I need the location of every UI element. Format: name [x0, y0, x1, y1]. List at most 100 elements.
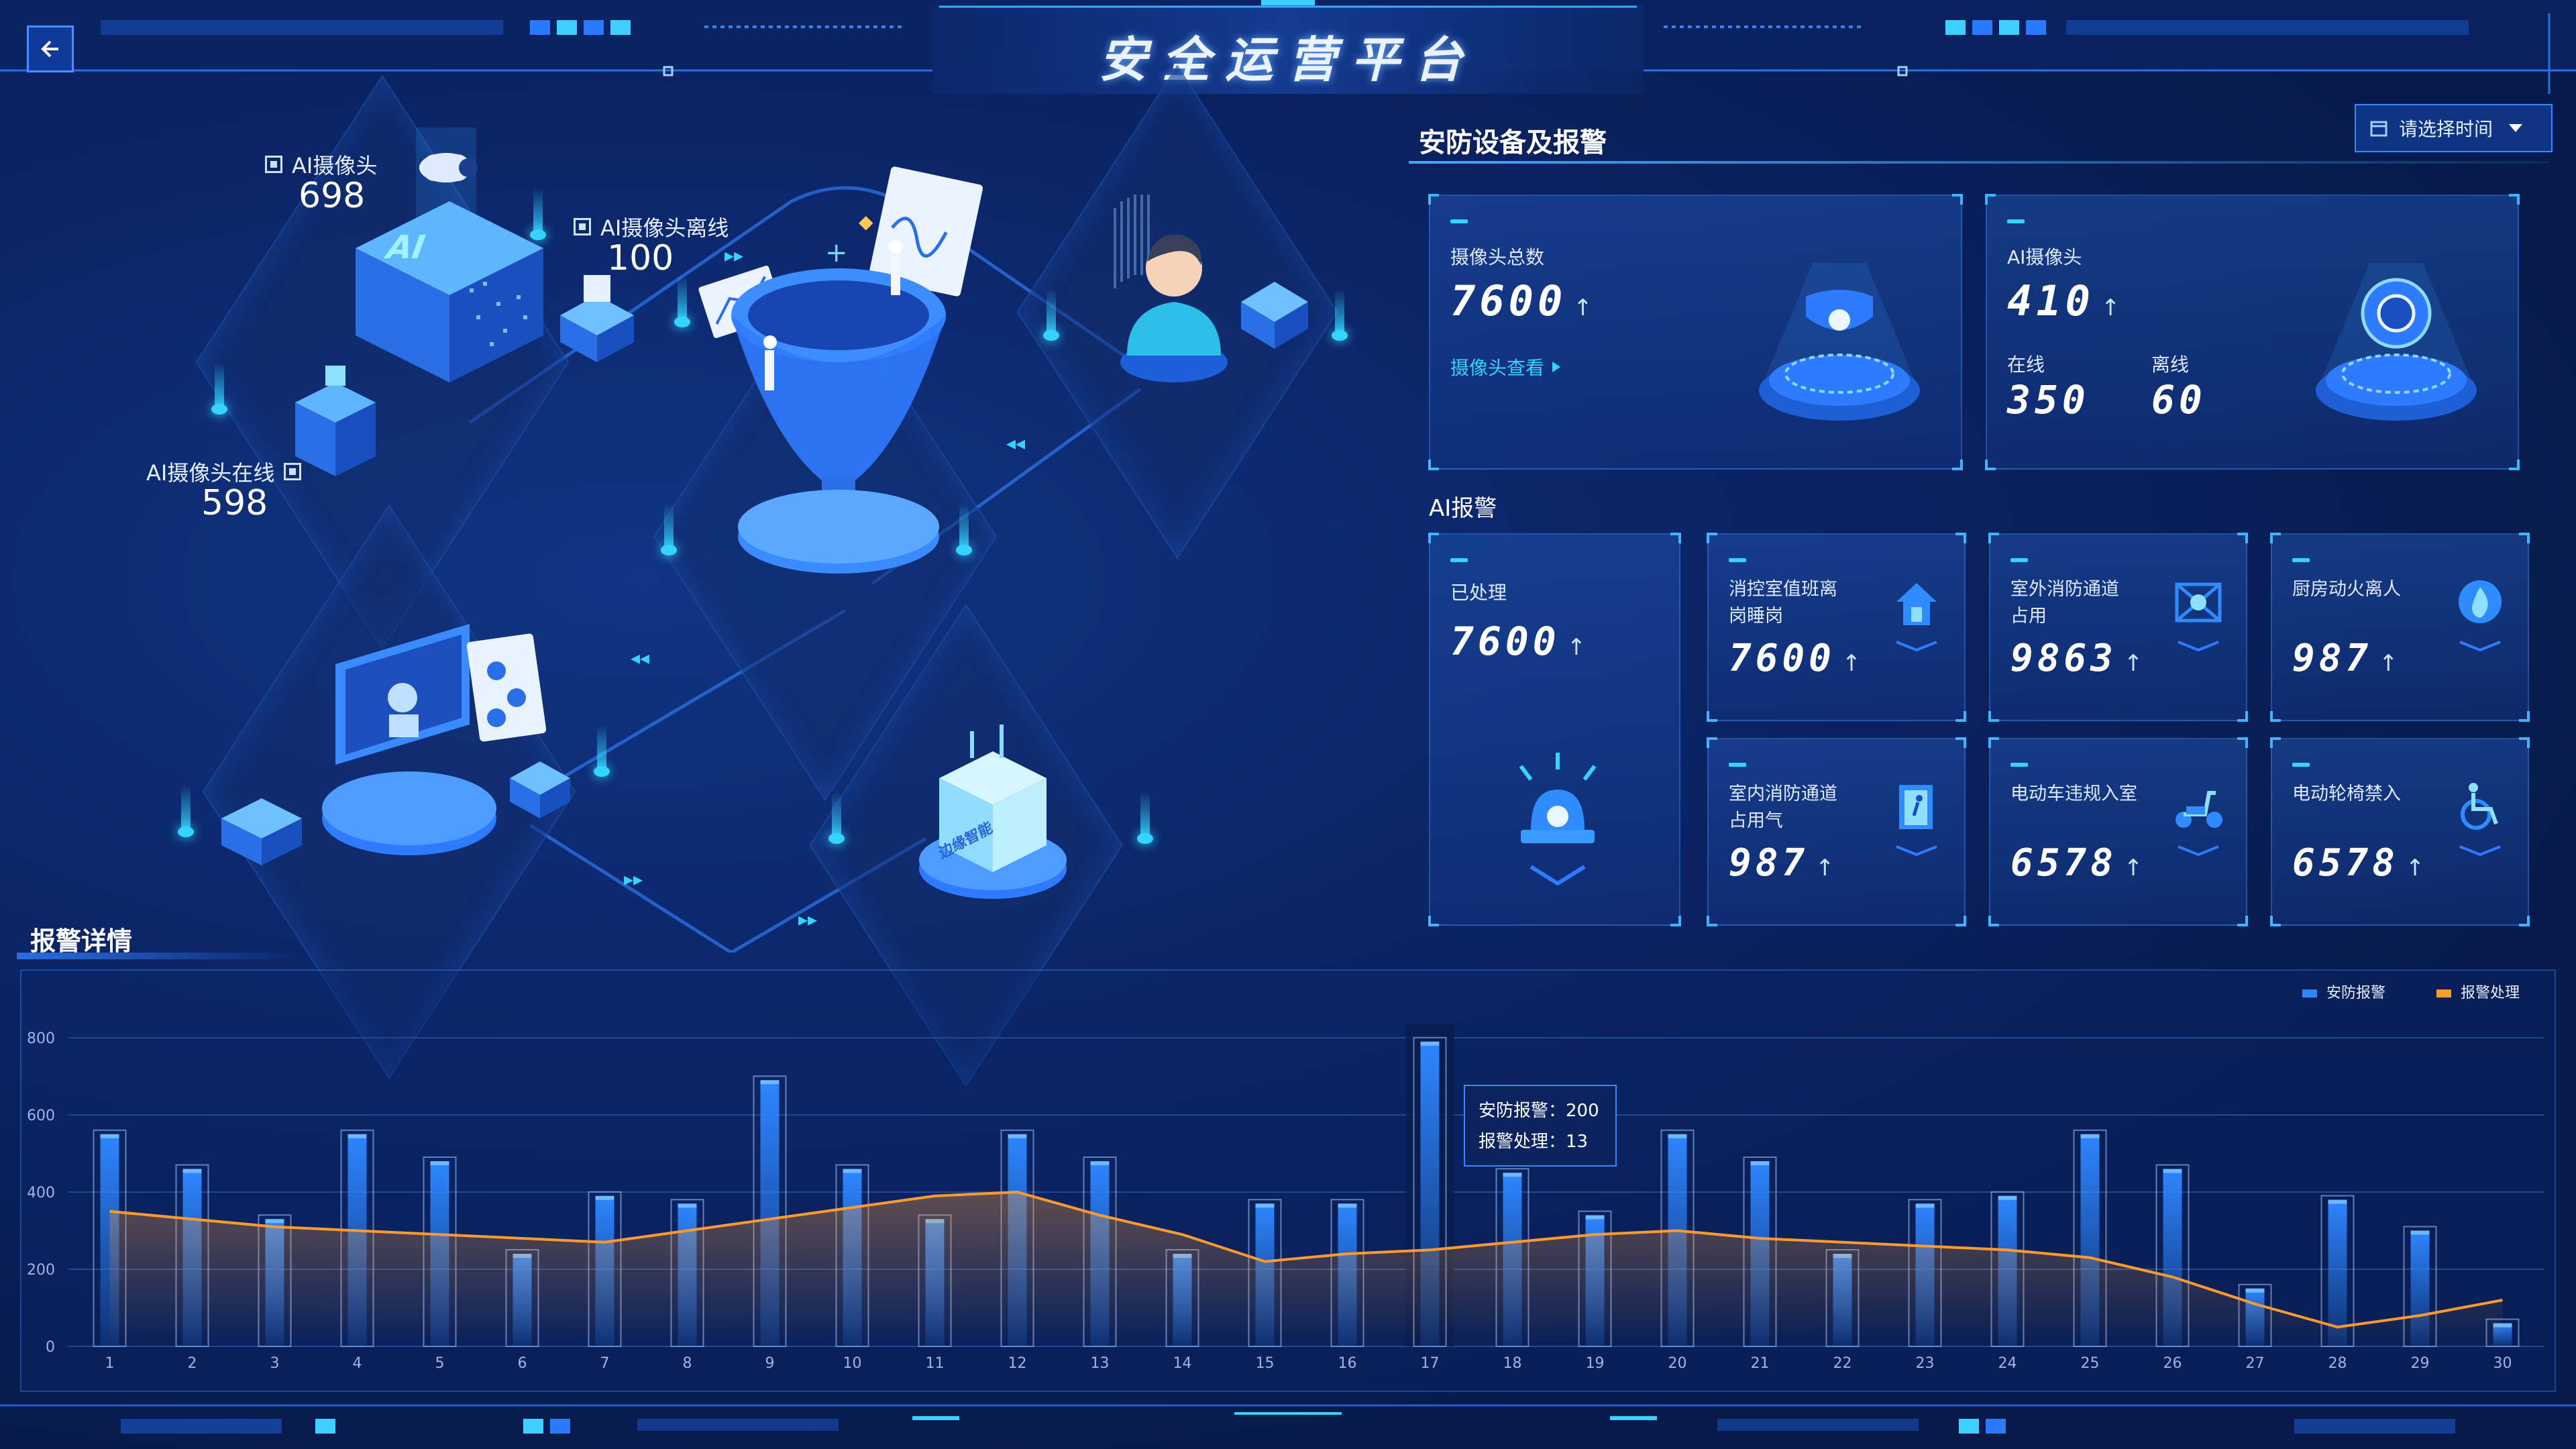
- bar-cap: [760, 1080, 780, 1085]
- bar-cap: [843, 1169, 862, 1173]
- online-value: 350: [2007, 377, 2090, 423]
- alarm-card-value: 987: [2292, 637, 2373, 680]
- tooltip-line-processing: 报警处理：13: [1479, 1132, 1589, 1152]
- ai-alarm-title: AI报警: [1429, 495, 1497, 522]
- ai-camera-card-value: 410: [2007, 276, 2094, 325]
- x-tick-label: 27: [2246, 1355, 2265, 1372]
- alarm-card-label-line: 占用: [2010, 606, 2047, 627]
- svg-text:▸▸: ▸▸: [624, 868, 643, 890]
- alarm-card-label-line: 室内消防通道: [1729, 784, 1837, 804]
- arrow-up-icon: ↑: [1573, 294, 1593, 321]
- svg-text:+: +: [825, 237, 848, 268]
- x-tick-label: 26: [2163, 1355, 2182, 1372]
- dome-camera-icon: [1759, 263, 1920, 421]
- alarm-card-label-line: 电动轮椅禁入: [2292, 784, 2401, 804]
- bar-cap: [1338, 1203, 1357, 1208]
- x-tick-label: 5: [435, 1355, 445, 1372]
- ai-camera-online-value: 598: [201, 483, 268, 523]
- alarm-card-label: 电动轮椅禁入: [2292, 781, 2447, 808]
- alarm-card-value: 6578: [2010, 841, 2117, 885]
- bar-cap: [1255, 1203, 1275, 1208]
- ai-cube-illustration: AI: [356, 127, 543, 382]
- bar-cap: [2163, 1169, 2182, 1173]
- alarm-card: 室外消防通道 占用 9863 ↑: [1988, 533, 2248, 722]
- ai-camera-card: AI摄像头 410 ↑ 在线 离线 350 60: [1985, 194, 2520, 470]
- y-tick-label: 0: [46, 1339, 55, 1356]
- svg-text:◆: ◆: [859, 211, 873, 233]
- x-tick-label: 23: [1916, 1355, 1935, 1372]
- arrow-up-icon: ↑: [2379, 650, 2398, 677]
- page-title: 安全运营平台: [1098, 32, 1477, 88]
- device-box-illustration: [1241, 282, 1308, 349]
- arrow-up-icon: ↑: [2123, 650, 2143, 677]
- x-tick-label: 21: [1751, 1355, 1770, 1372]
- footer-decoration: [0, 1404, 2576, 1434]
- x-tick-label: 9: [765, 1355, 775, 1372]
- bar-cap: [100, 1134, 119, 1138]
- back-button[interactable]: [27, 25, 74, 72]
- light-pin: [1332, 288, 1348, 341]
- arrow-up-icon: ↑: [2123, 855, 2143, 881]
- ai-camera-card-label: AI摄像头: [2007, 246, 2082, 268]
- arrow-left-icon: [41, 40, 58, 58]
- light-pin: [1043, 288, 1059, 341]
- offline-label: 离线: [2151, 354, 2190, 376]
- legend-swatch: [2436, 989, 2451, 998]
- x-tick-label: 20: [1668, 1355, 1687, 1372]
- x-tick-label: 7: [600, 1355, 610, 1372]
- time-select[interactable]: 请选择时间: [2355, 104, 2553, 152]
- light-pin: [211, 362, 227, 415]
- camera-total-label: 摄像头总数: [1450, 246, 1545, 268]
- bar-cap: [182, 1169, 202, 1173]
- y-tick-label: 200: [27, 1262, 55, 1279]
- chart-tooltip: 安防报警：200 报警处理：13: [1464, 1085, 1617, 1167]
- time-select-text: 请选择时间: [2399, 118, 2493, 140]
- alarm-card: 电动车违规入室 6578 ↑: [1988, 737, 2248, 926]
- alarm-card-label-line: 占用气: [1729, 810, 1783, 831]
- light-pin: [674, 275, 690, 327]
- x-tick-label: 17: [1421, 1355, 1440, 1372]
- chart-panel: 0 200 400 600 800 1 2 3 4 5 6 7 8 9 10 11 12 13 14 15 16 17 18…: [20, 969, 2556, 1392]
- light-pin: [828, 792, 845, 844]
- svg-text:◂◂: ◂◂: [631, 647, 649, 669]
- alarm-card-label-line: 岗睡岗: [1729, 606, 1783, 627]
- arrow-up-icon: ↑: [2405, 855, 2425, 881]
- caret-right-icon: [1552, 362, 1561, 372]
- x-tick-label: 14: [1173, 1355, 1192, 1372]
- camera-total-card: 摄像头总数 7600 ↑ 摄像头查看: [1428, 194, 1963, 470]
- camera-total-value: 7600: [1450, 276, 1567, 325]
- alarm-detail-title: 报警详情: [30, 926, 133, 956]
- svg-text:◂◂: ◂◂: [1006, 432, 1025, 454]
- alarm-card-value-row: 987 ↑: [2292, 637, 2398, 680]
- alarm-card-value: 9863: [2010, 637, 2117, 680]
- alarm-chart: 02004006008001 2 3 4 5 6 7 8 9 10 11 12 13 14 15 16 17 18…: [27, 985, 2544, 1372]
- square-bullet-icon: [284, 463, 302, 480]
- device-panel-title: 安防设备及报警: [1419, 127, 1607, 158]
- bar-cap: [1668, 1134, 1687, 1138]
- camera-view-link[interactable]: 摄像头查看: [1450, 354, 1562, 380]
- alarm-card-value: 6578: [2292, 841, 2399, 885]
- alarm-card-value-row: 987 ↑: [1729, 841, 1835, 885]
- light-pin: [661, 503, 677, 555]
- x-tick-label: 1: [105, 1355, 115, 1372]
- caret-down-icon: [2509, 124, 2523, 132]
- alarm-card-value-row: 6578 ↑: [2292, 841, 2424, 885]
- calendar-icon: [2370, 121, 2387, 137]
- online-label: 在线: [2007, 354, 2045, 376]
- ai-camera-offline-value: 100: [607, 238, 674, 278]
- x-tick-label: 10: [843, 1355, 862, 1372]
- square-bullet-icon: [265, 156, 282, 173]
- camera-view-link-text: 摄像头查看: [1450, 357, 1545, 379]
- legend-label: 安防报警: [2326, 985, 2385, 1002]
- alarm-card-label-line: 厨房动火离人: [2292, 579, 2401, 600]
- x-tick-label: 2: [188, 1355, 197, 1372]
- arrow-up-icon: ↑: [1566, 634, 1587, 661]
- square-bullet-icon: [574, 218, 591, 235]
- bar-cap: [1750, 1161, 1770, 1165]
- alarm-card-value: 987: [1729, 841, 1809, 885]
- x-tick-label: 24: [1998, 1355, 2017, 1372]
- bar-cap: [265, 1219, 284, 1224]
- arrow-up-icon: ↑: [2100, 294, 2121, 321]
- server-stack-illustration: [295, 366, 376, 476]
- bar-cap: [1503, 1173, 1522, 1177]
